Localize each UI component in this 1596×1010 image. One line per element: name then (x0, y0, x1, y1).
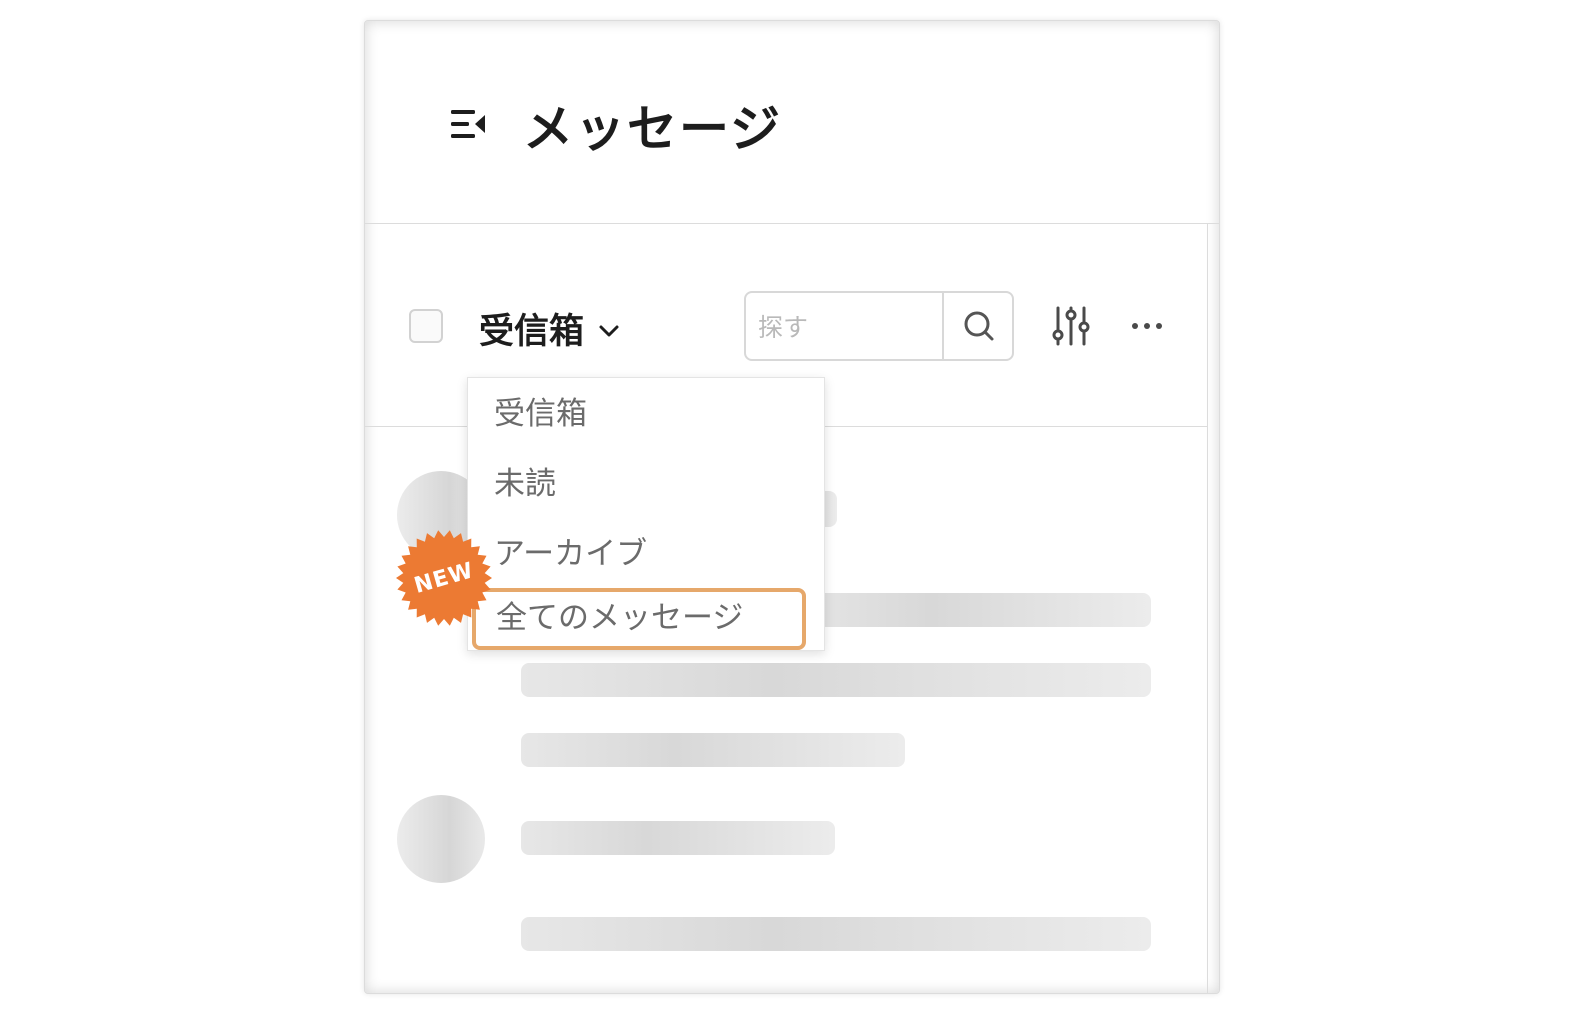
search-button[interactable] (942, 293, 1014, 359)
skeleton-line (785, 593, 1151, 627)
skeleton-line (521, 733, 905, 767)
skeleton-line (521, 663, 1151, 697)
collapse-menu-icon[interactable] (449, 106, 489, 142)
dropdown-item-inbox[interactable]: 受信箱 (494, 388, 587, 433)
page-title: メッセージ (523, 100, 782, 158)
folder-selector[interactable]: 受信箱 (479, 303, 622, 354)
messages-panel: メッセージ 受信箱 探す 受信箱 未読 アーカイブ 全てのメッセージ NEW (364, 20, 1220, 994)
skeleton-line (521, 821, 835, 855)
new-badge: NEW (395, 529, 493, 627)
search-icon (964, 311, 994, 341)
panel-header: メッセージ (365, 21, 1219, 224)
folder-dropdown-menu: 受信箱 未読 アーカイブ 全てのメッセージ (467, 377, 825, 651)
avatar-placeholder (397, 795, 485, 883)
search-input[interactable] (756, 305, 938, 349)
filter-sliders-icon[interactable] (1050, 305, 1092, 347)
skeleton-line (521, 917, 1151, 951)
more-horizontal-icon[interactable] (1127, 311, 1167, 341)
dropdown-item-archive[interactable]: アーカイブ (494, 528, 647, 573)
chevron-down-icon (599, 325, 619, 336)
search-box (744, 291, 1014, 361)
select-all-checkbox[interactable] (409, 309, 443, 343)
dropdown-item-all-messages[interactable]: 全てのメッセージ (472, 588, 806, 650)
folder-label: 受信箱 (479, 312, 585, 352)
dropdown-item-unread[interactable]: 未読 (494, 458, 556, 503)
divider (1207, 223, 1208, 993)
